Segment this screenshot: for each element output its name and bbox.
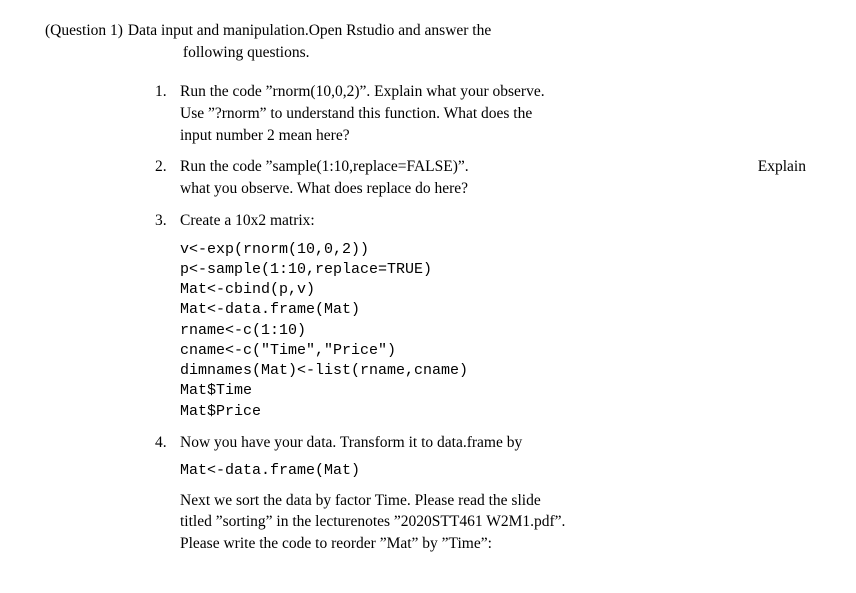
item4-after: Next we sort the data by factor Time. Pl… xyxy=(180,490,806,555)
question-item-3: 3. Create a 10x2 matrix: v<-exp(rnorm(10… xyxy=(155,210,806,422)
question-list: 1. Run the code ”rnorm(10,0,2)”. Explain… xyxy=(155,81,806,554)
item1-line3: input number 2 mean here? xyxy=(180,125,806,147)
code-block-1: v<-exp(rnorm(10,0,2)) p<-sample(1:10,rep… xyxy=(180,240,806,422)
question-item-1: 1. Run the code ”rnorm(10,0,2)”. Explain… xyxy=(155,81,806,146)
item2-part-a: Run the code ”sample(1:10,replace=FALSE)… xyxy=(180,156,469,178)
item4-after1: Next we sort the data by factor Time. Pl… xyxy=(180,490,806,512)
item-number: 4. xyxy=(155,432,167,454)
item4-after2: titled ”sorting” in the lecturenotes ”20… xyxy=(180,511,806,533)
item1-line2: Use ”?rnorm” to understand this function… xyxy=(180,103,806,125)
item3-text: Create a 10x2 matrix: xyxy=(180,210,806,232)
item2-line2: what you observe. What does replace do h… xyxy=(180,178,806,200)
question-item-4: 4. Now you have your data. Transform it … xyxy=(155,432,806,555)
item-number: 1. xyxy=(155,81,167,103)
code-block-2: Mat<-data.frame(Mat) xyxy=(180,461,806,481)
item-number: 3. xyxy=(155,210,167,232)
question-item-2: 2. Run the code ”sample(1:10,replace=FAL… xyxy=(155,156,806,199)
question-intro-line2: following questions. xyxy=(183,42,491,64)
item1-line1: Run the code ”rnorm(10,0,2)”. Explain wh… xyxy=(180,81,806,103)
item4-after3: Please write the code to reorder ”Mat” b… xyxy=(180,533,806,555)
item2-line1: Run the code ”sample(1:10,replace=FALSE)… xyxy=(180,156,806,178)
question-label: (Question 1) xyxy=(45,20,123,63)
question-intro-line1: Data input and manipulation.Open Rstudio… xyxy=(128,20,491,42)
item-number: 2. xyxy=(155,156,167,178)
question-header: (Question 1) Data input and manipulation… xyxy=(45,20,806,63)
item4-text1: Now you have your data. Transform it to … xyxy=(180,432,806,454)
item2-part-b: Explain xyxy=(758,156,806,178)
